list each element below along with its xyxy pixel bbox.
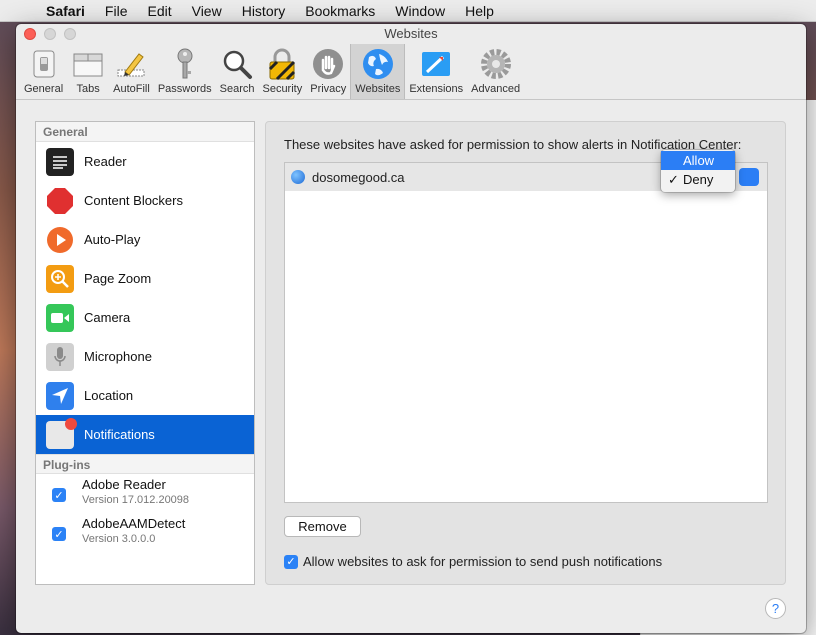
zoom-button[interactable] [64,28,76,40]
plugin-name: AdobeAAMDetect [82,516,186,531]
close-button[interactable] [24,28,36,40]
toolbar-websites-label: Websites [355,83,401,95]
sidebar-item-label: Page Zoom [84,271,152,286]
general-switch-icon [27,47,61,81]
sidebar-item-label: Notifications [84,427,155,442]
key-icon [168,47,202,81]
minimize-button[interactable] [44,28,56,40]
permission-popup-button[interactable] [739,168,759,186]
stop-icon [46,187,74,215]
pencil-icon [114,47,148,81]
toolbar-advanced-label: Advanced [471,83,521,95]
sidebar-item-camera[interactable]: Camera [36,298,254,337]
reader-icon [46,147,74,176]
title-bar: Websites [16,24,806,44]
toolbar-autofill[interactable]: AutoFill [109,44,154,99]
sidebar-item-location[interactable]: Location [36,376,254,415]
toolbar-tabs[interactable]: Tabs [67,44,109,99]
zoom-icon [46,264,74,293]
plugin-version: Version 17.012.20098 [82,494,190,506]
toolbar-websites[interactable]: Websites [350,44,406,99]
website-settings-sidebar: General Reader Content Blockers Auto-Pla… [35,121,255,585]
allow-push-label: Allow websites to ask for permission to … [303,554,663,569]
toolbar-tabs-label: Tabs [76,83,100,95]
permission-dropdown-menu: Allow ✓ Deny [661,150,735,192]
menu-help[interactable]: Help [455,3,504,19]
plugin-enabled-checkbox[interactable]: ✓ [52,488,66,502]
website-list[interactable]: dosomegood.ca [284,162,768,503]
globe-icon [361,47,395,81]
toolbar-general-label: General [24,83,64,95]
menu-file[interactable]: File [95,3,138,19]
gear-icon [479,47,513,81]
toolbar-extensions-label: Extensions [409,83,464,95]
toolbar-general[interactable]: General [20,44,67,99]
website-globe-icon [291,170,305,184]
general-section-header: General [36,122,254,142]
menu-window[interactable]: Window [385,3,455,19]
notification-badge-icon [65,417,77,430]
toolbar: General Tabs AutoFill Passwords Search S… [16,44,806,100]
magnifier-icon [220,47,254,81]
sidebar-item-microphone[interactable]: Microphone [36,337,254,376]
toolbar-search[interactable]: Search [216,44,259,99]
sidebar-item-content-blockers[interactable]: Content Blockers [36,181,254,220]
sidebar-item-label: Camera [84,310,131,325]
dropdown-option-deny[interactable]: ✓ Deny [661,170,735,189]
plugin-item-adobe-reader[interactable]: ✓ Adobe Reader Version 17.012.20098 [36,474,254,513]
sidebar-item-auto-play[interactable]: Auto-Play [36,220,254,259]
website-domain: dosomegood.ca [312,169,405,185]
preferences-window: Websites General Tabs AutoFill Passwords [16,24,806,633]
allow-push-option[interactable]: ✓ Allow websites to ask for permission t… [284,554,662,569]
sidebar-item-reader[interactable]: Reader [36,142,254,181]
plugin-enabled-checkbox[interactable]: ✓ [52,527,66,541]
location-icon [46,381,74,410]
toolbar-passwords[interactable]: Passwords [154,44,216,99]
menu-history[interactable]: History [232,3,296,19]
microphone-icon [46,342,74,371]
dropdown-option-label: Deny [683,172,714,187]
sidebar-item-label: Microphone [84,349,152,364]
sidebar-item-page-zoom[interactable]: Page Zoom [36,259,254,298]
lock-icon [265,47,299,81]
plugin-item-adobeaamdetect[interactable]: ✓ AdobeAAMDetect Version 3.0.0.0 [36,513,254,552]
menu-view[interactable]: View [182,3,232,19]
notifications-icon [46,417,77,449]
menu-edit[interactable]: Edit [137,3,181,19]
puzzle-icon [419,47,453,81]
dropdown-option-label: Allow [683,153,715,168]
sidebar-item-label: Content Blockers [84,193,183,208]
toolbar-security[interactable]: Security [258,44,306,99]
toolbar-search-label: Search [219,83,255,95]
menu-bar: Safari File Edit View History Bookmarks … [0,0,816,22]
plugin-version: Version 3.0.0.0 [82,533,156,545]
toolbar-autofill-label: AutoFill [113,83,150,95]
camera-icon [46,303,74,332]
sidebar-item-label: Location [84,388,134,403]
menu-safari[interactable]: Safari [36,3,95,19]
menu-bookmarks[interactable]: Bookmarks [295,3,385,19]
dropdown-option-allow[interactable]: Allow [661,151,735,170]
sidebar-item-notifications[interactable]: Notifications [36,415,254,454]
remove-button[interactable]: Remove [284,516,361,537]
plugin-name: Adobe Reader [82,477,166,492]
sidebar-item-label: Auto-Play [84,232,141,247]
toolbar-extensions[interactable]: Extensions [405,44,467,99]
allow-push-checkbox[interactable]: ✓ [284,554,298,569]
toolbar-privacy-label: Privacy [310,83,347,95]
tabs-icon [71,47,105,81]
play-icon [46,226,74,254]
sidebar-item-label: Reader [84,154,127,169]
hand-icon [311,47,345,81]
toolbar-passwords-label: Passwords [157,83,212,95]
help-button[interactable]: ? [765,598,786,619]
toolbar-privacy[interactable]: Privacy [306,44,350,99]
window-title: Websites [384,26,438,41]
plugins-section-header: Plug-ins [36,454,254,474]
checkmark-icon: ✓ [668,172,679,187]
toolbar-security-label: Security [262,83,303,95]
toolbar-advanced[interactable]: Advanced [467,44,524,99]
